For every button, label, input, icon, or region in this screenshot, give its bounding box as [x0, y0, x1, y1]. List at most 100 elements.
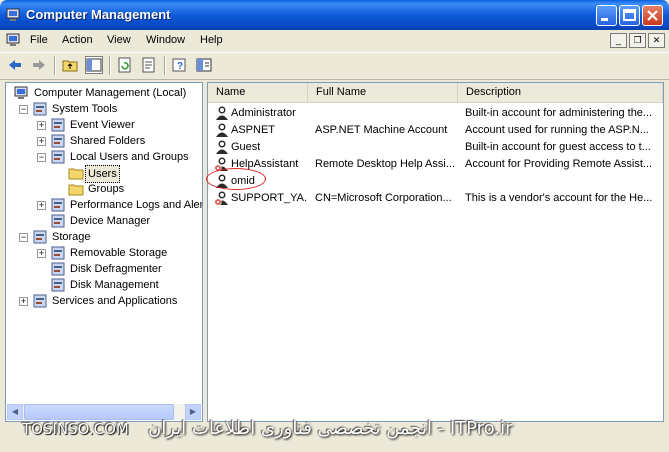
expand-icon[interactable]: + — [37, 249, 46, 258]
tree-node-label: Removable Storage — [70, 247, 168, 259]
menu-help[interactable]: Help — [200, 34, 223, 46]
cell-description: Built-in account for administering the..… — [465, 107, 653, 119]
collapse-icon[interactable]: − — [37, 153, 46, 162]
event-viewer-icon — [51, 118, 65, 132]
expand-icon[interactable]: + — [19, 297, 28, 306]
expand-icon[interactable]: + — [37, 201, 46, 210]
tree-node-label: Computer Management (Local) — [34, 87, 187, 99]
users-list-view: Name Full Name Description Administrator… — [207, 82, 664, 422]
tree-node-label: Event Viewer — [70, 119, 135, 131]
help-icon[interactable]: ? — [171, 56, 189, 74]
user-disabled-icon — [214, 191, 228, 206]
tree-node[interactable]: Disk Management — [6, 277, 202, 293]
list-row[interactable]: HelpAssistant Remote Desktop Help Assi...… — [208, 156, 663, 173]
tree-node[interactable]: − Local Users and Groups — [6, 149, 202, 165]
window-title: Computer Management — [26, 7, 171, 22]
performance-icon — [51, 198, 65, 212]
tree-node[interactable]: + Removable Storage — [6, 245, 202, 261]
menu-file[interactable]: File — [30, 34, 48, 46]
minimize-button[interactable] — [596, 5, 617, 26]
app-window: Computer Management File Action View Win… — [0, 0, 669, 452]
services-icon — [33, 294, 47, 308]
computer-management-icon — [6, 8, 20, 21]
list-row[interactable]: SUPPORT_YA... CN=Microsoft Corporation...… — [208, 190, 663, 207]
computer-management-icon — [14, 86, 28, 99]
list-row[interactable]: ASPNET ASP.NET Machine Account Account use… — [208, 122, 663, 139]
maximize-icon — [623, 9, 636, 21]
disk-management-icon — [51, 278, 65, 292]
minimize-icon — [601, 18, 608, 21]
show-hide-tree-button[interactable] — [85, 56, 103, 74]
properties-icon[interactable] — [195, 56, 213, 74]
tree-node-label: System Tools — [52, 103, 118, 115]
list-row[interactable]: omid — [208, 173, 663, 190]
column-header-full-name[interactable]: Full Name — [308, 83, 458, 102]
expand-icon[interactable]: + — [37, 121, 46, 130]
cell-name: Guest — [231, 141, 261, 153]
close-icon — [647, 10, 658, 21]
svg-text:?: ? — [177, 61, 183, 72]
back-arrow-icon[interactable] — [6, 56, 24, 74]
tree-node-label: Groups — [88, 183, 125, 195]
scroll-left-arrow-icon[interactable]: ◀ — [7, 404, 23, 420]
close-button[interactable] — [642, 5, 663, 26]
mdi-controls: _ ❐ ✕ — [608, 33, 665, 48]
mdi-close-button[interactable]: ✕ — [648, 33, 665, 48]
expand-icon[interactable]: + — [37, 137, 46, 146]
collapse-icon[interactable]: − — [19, 105, 28, 114]
tree-node-label: Device Manager — [70, 215, 151, 227]
tree-node-label: Services and Applications — [52, 295, 178, 307]
tree-node[interactable]: − System Tools — [6, 101, 202, 117]
maximize-button[interactable] — [619, 5, 640, 26]
cell-full-name: CN=Microsoft Corporation... — [315, 192, 452, 204]
users-groups-icon — [51, 150, 65, 164]
console-tree-icon — [86, 58, 102, 72]
tree-node[interactable]: Computer Management (Local) — [6, 85, 202, 101]
list-row[interactable]: Administrator Built-in account for admini… — [208, 105, 663, 122]
cell-description: Account for Providing Remote Assist... — [465, 158, 653, 170]
menu-view[interactable]: View — [107, 34, 131, 46]
toolbar: ? — [0, 52, 669, 80]
mdi-minimize-button[interactable]: _ — [610, 33, 627, 48]
list-row[interactable]: Guest Built-in account for guest access t… — [208, 139, 663, 156]
tree-node-label: Shared Folders — [70, 135, 146, 147]
watermark-left: TOSINSO.COM — [22, 420, 129, 438]
menu-bar: File Action View Window Help _ ❐ ✕ — [0, 30, 669, 52]
tree-node[interactable]: Device Manager — [6, 213, 202, 229]
toolbar-separator — [109, 56, 111, 75]
tree-node[interactable]: − Storage — [6, 229, 202, 245]
forward-arrow-icon[interactable] — [30, 56, 48, 74]
cell-full-name: Remote Desktop Help Assi... — [315, 158, 456, 170]
shared-folders-icon — [51, 134, 65, 148]
tree-node[interactable]: Disk Defragmenter — [6, 261, 202, 277]
menu-action[interactable]: Action — [62, 34, 93, 46]
list-header: Name Full Name Description — [208, 83, 663, 103]
collapse-icon[interactable]: − — [19, 233, 28, 242]
system-menu-icon[interactable] — [6, 33, 22, 48]
user-icon — [216, 140, 228, 154]
folder-icon — [68, 184, 84, 196]
tree-node-label: Storage — [52, 231, 91, 243]
defrag-icon — [51, 262, 65, 276]
cell-description: This is a vendor's account for the He... — [465, 192, 653, 204]
toolbar-separator — [164, 56, 166, 75]
storage-icon — [33, 230, 47, 244]
menu-window[interactable]: Window — [146, 34, 185, 46]
export-list-icon[interactable] — [140, 56, 158, 74]
tree-node-label: Performance Logs and Alerts — [70, 199, 203, 211]
toolbar-separator — [54, 56, 56, 75]
column-header-name[interactable]: Name — [208, 83, 308, 102]
tree-node[interactable]: + Services and Applications — [6, 293, 202, 309]
refresh-icon[interactable] — [116, 56, 134, 74]
tree-node[interactable]: Groups — [6, 181, 202, 197]
title-bar[interactable]: Computer Management — [0, 0, 669, 30]
mdi-restore-button[interactable]: ❐ — [629, 33, 646, 48]
tree-node[interactable]: + Shared Folders — [6, 133, 202, 149]
tree-node[interactable]: + Event Viewer — [6, 117, 202, 133]
tree-node[interactable]: Users — [6, 165, 202, 183]
cell-description: Built-in account for guest access to t..… — [465, 141, 651, 153]
column-header-description[interactable]: Description — [458, 83, 663, 102]
tree-node[interactable]: + Performance Logs and Alerts — [6, 197, 202, 213]
tree-node-label: Disk Management — [70, 279, 159, 291]
up-folder-icon[interactable] — [61, 56, 79, 74]
